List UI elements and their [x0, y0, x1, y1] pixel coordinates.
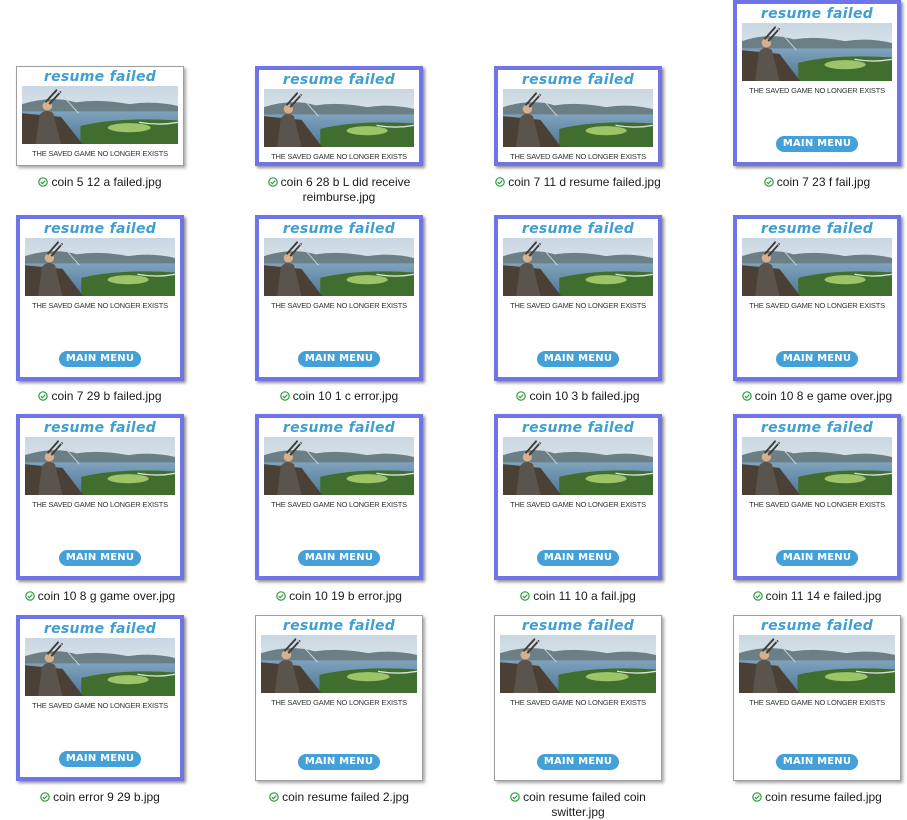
file-name-text: coin resume failed.jpg	[765, 790, 882, 804]
file-name-label[interactable]: coin error 9 29 b.jpg	[10, 790, 190, 805]
file-name-text: coin resume failed coin switter.jpg	[523, 790, 646, 819]
thumbnail-message: THE SAVED GAME NO LONGER EXISTS	[510, 698, 646, 707]
file-item[interactable]: resume failed THE SAVED GAME NO LONGER E…	[478, 0, 678, 819]
thumbnail-message: THE SAVED GAME NO LONGER EXISTS	[749, 698, 885, 707]
thumbnail-main-menu-button: MAIN MENU	[776, 754, 858, 770]
thumbnail-title: resume failed	[760, 618, 874, 634]
thumbnail-main-menu-button: MAIN MENU	[298, 754, 380, 770]
thumbnail-message: THE SAVED GAME NO LONGER EXISTS	[271, 698, 407, 707]
thumbnail-message: THE SAVED GAME NO LONGER EXISTS	[32, 701, 168, 710]
file-thumbnail[interactable]: resume failed THE SAVED GAME NO LONGER E…	[255, 615, 423, 781]
file-grid: resume failed THE SAVED GAME NO LONGER E…	[0, 0, 907, 819]
sync-status-check-icon	[40, 791, 50, 802]
thumbnail-title: resume failed	[521, 618, 635, 634]
sync-status-check-icon	[510, 791, 520, 802]
sync-status-check-icon	[269, 791, 279, 802]
file-thumbnail[interactable]: resume failed THE SAVED GAME NO LONGER E…	[733, 615, 901, 781]
file-thumbnail[interactable]: resume failed THE SAVED GAME NO LONGER E…	[494, 615, 662, 781]
file-item[interactable]: resume failed THE SAVED GAME NO LONGER E…	[239, 0, 439, 811]
thumbnail-photo	[261, 635, 417, 693]
file-item[interactable]: resume failed THE SAVED GAME NO LONGER E…	[0, 0, 200, 811]
thumbnail-photo	[739, 635, 895, 693]
file-item[interactable]: resume failed THE SAVED GAME NO LONGER E…	[717, 0, 907, 811]
thumbnail-title: resume failed	[43, 621, 157, 637]
sync-status-check-icon	[752, 791, 762, 802]
thumbnail-title: resume failed	[282, 618, 396, 634]
thumbnail-main-menu-button: MAIN MENU	[59, 751, 141, 767]
file-name-label[interactable]: coin resume failed.jpg	[727, 790, 907, 805]
file-name-label[interactable]: coin resume failed coin switter.jpg	[488, 790, 668, 820]
file-name-text: coin resume failed 2.jpg	[282, 790, 409, 804]
thumbnail-photo	[500, 635, 656, 693]
thumbnail-photo	[25, 638, 175, 696]
file-thumbnail[interactable]: resume failed THE SAVED GAME NO LONGER E…	[16, 615, 184, 781]
thumbnail-main-menu-button: MAIN MENU	[537, 754, 619, 770]
file-name-label[interactable]: coin resume failed 2.jpg	[249, 790, 429, 805]
file-name-text: coin error 9 29 b.jpg	[53, 790, 160, 804]
